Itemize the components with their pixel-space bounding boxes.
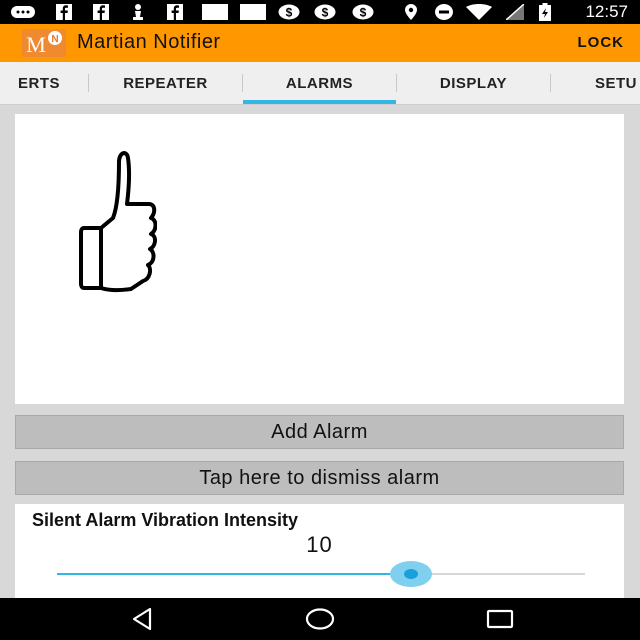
home-icon[interactable]: [305, 606, 335, 632]
status-bar: $ $ $ 12:57: [0, 0, 640, 24]
dollar-icon: $: [352, 4, 374, 20]
back-icon[interactable]: [127, 606, 157, 632]
facebook-icon: [92, 4, 110, 20]
app-bar: M N Martian Notifier LOCK: [0, 24, 640, 62]
add-alarm-button[interactable]: Add Alarm: [15, 415, 624, 449]
vibration-intensity-value: 10: [306, 532, 333, 557]
tab-alerts[interactable]: ERTS: [0, 62, 88, 104]
lock-button[interactable]: LOCK: [578, 34, 625, 51]
location-icon: [404, 4, 418, 20]
image-icon: [240, 4, 266, 20]
dollar-icon: $: [314, 4, 336, 20]
app-logo: M N: [22, 29, 66, 57]
vibration-intensity-title: Silent Alarm Vibration Intensity: [32, 510, 299, 530]
tab-display[interactable]: DISPLAY: [397, 62, 550, 104]
wifi-icon: [466, 4, 492, 20]
app-title: Martian Notifier: [77, 31, 221, 53]
navigation-bar: [0, 598, 640, 640]
tab-setup[interactable]: SETU: [551, 62, 640, 104]
tab-alarms[interactable]: ALARMS: [243, 62, 396, 104]
vibration-intensity-card: Silent Alarm Vibration Intensity 10: [15, 504, 624, 598]
thumbs-up-icon: [79, 151, 157, 293]
tab-repeater[interactable]: REPEATER: [89, 62, 242, 104]
recents-icon[interactable]: [485, 606, 515, 632]
dismiss-alarm-button[interactable]: Tap here to dismiss alarm: [15, 461, 624, 495]
svg-text:$: $: [286, 6, 293, 20]
svg-text:$: $: [322, 6, 329, 20]
svg-text:N: N: [51, 34, 58, 45]
alarm-preview-card: [15, 114, 624, 404]
vibration-intensity-slider[interactable]: [57, 561, 585, 587]
svg-text:M: M: [26, 32, 46, 57]
facebook-icon: [55, 4, 73, 20]
signal-icon: [505, 4, 525, 20]
image-icon: [202, 4, 228, 20]
chess-icon: [131, 4, 145, 20]
facebook-icon: [166, 4, 184, 20]
slider-thumb[interactable]: [404, 569, 418, 579]
minus-circle-icon: [434, 4, 454, 20]
svg-text:$: $: [360, 6, 367, 20]
tab-selected-indicator: [243, 100, 396, 104]
message-icon: [10, 4, 36, 20]
tab-bar: ERTS REPEATER ALARMS DISPLAY SETU: [0, 62, 640, 105]
slider-fill: [57, 573, 411, 575]
status-time: 12:57: [585, 2, 628, 21]
dollar-icon: $: [278, 4, 300, 20]
battery-icon: [538, 3, 552, 21]
